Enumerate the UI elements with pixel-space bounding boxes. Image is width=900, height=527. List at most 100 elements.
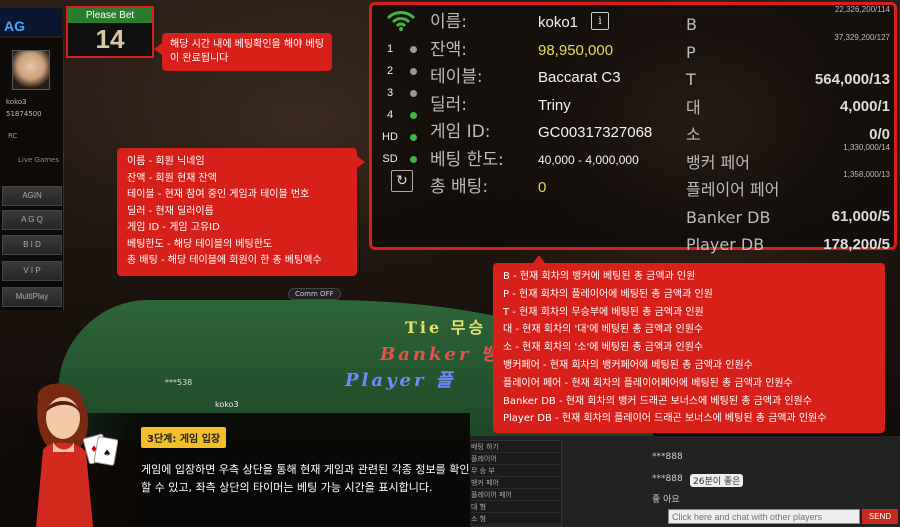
sidebar-balance: 51874500 [6,110,42,118]
connection-row[interactable]: SD [382,148,417,170]
bet-row: 22,326,200/114 [690,5,890,33]
value-table: Baccarat C3 [538,69,621,86]
connection-row[interactable]: HD [382,126,417,148]
avatar [12,50,50,90]
bet-row: 4,000/1 [690,88,890,115]
connection-rows: 1 2 3 4 HD SD [382,38,417,170]
bet-callout-line: Player DB - 현재 회차의 플레이어 드래곤 보너스에 베팅된 총 금… [503,413,827,425]
bet-summary-list: 배팅 하기 플레이어 무 승 부 뱅커 페어 플레이어 페어 대 형 소 형 [466,440,562,527]
connection-row[interactable]: 2 [382,60,417,82]
row-label: 1 [386,43,394,55]
label-game-id: 게임 ID: [430,122,491,142]
status-dot [410,133,417,141]
bet-row: 37,329,200/127 [690,33,890,61]
refresh-icon[interactable]: ↻ [391,170,413,192]
bet-values: 22,326,200/114 37,329,200/127 564,000/13… [690,5,890,253]
chat-message: ***888 [652,452,683,462]
info-icon[interactable]: i [591,12,609,30]
nav-agq[interactable]: A G Q [2,210,62,230]
seat-user-label: koko3 [215,400,239,409]
signal-icon [386,11,416,31]
bet-total: 61,000/5 [831,208,890,225]
info-callout: 이름 - 회원 닉네임 잔액 - 회원 현재 잔액 테이블 - 현재 참여 중인… [117,148,365,276]
row-label: SD [382,153,398,165]
connection-row[interactable]: 3 [382,82,417,104]
commission-toggle[interactable]: Comm OFF [288,288,341,300]
bet-callout-line: P - 현재 회차의 플레이어에 베팅된 총 금액과 인원 [503,288,713,300]
status-dot [410,111,417,119]
player-area[interactable]: Player 플 [345,366,455,392]
timer-callout: 해당 시간 내에 베팅확인을 해야 베팅이 완료됩니다 [154,33,332,71]
bet-timer: Please Bet 14 [66,6,154,58]
label-total-bet: 총 배팅: [430,177,489,197]
label-bet-limit: 베팅 한도: [430,149,504,170]
status-dot [410,45,417,53]
nav-agin[interactable]: AGIN [2,186,62,206]
bet-row: 564,000/13 [690,60,890,88]
bet-callout-line: Banker DB - 현재 회차의 뱅커 드래곤 보너스에 베팅된 총 금액과… [503,395,812,407]
label-name: 이름: [430,12,468,32]
bet-total-small: 1,358,000/13 [843,170,890,179]
chat-message: ***888 [652,474,683,484]
banker-area[interactable]: Banker 뱅 [380,340,500,366]
connection-row[interactable]: 1 [382,38,417,60]
step-description: 게임에 입장하면 우측 상단을 통해 현재 게임과 관련된 각종 정보를 확인할… [141,463,470,494]
bet-callout: B - 현재 회차의 뱅커에 베팅된 총 금액과 인원 P - 현재 회차의 플… [493,254,885,434]
send-button[interactable]: SEND [862,509,898,524]
live-games-button[interactable]: Live Games [18,156,59,165]
row-label: 2 [386,65,394,77]
bet-row: 178,200/5 [690,225,890,253]
status-dot [410,155,417,163]
info-labels: 이름: 잔액: 테이블: 딜러: 게임 ID: 베팅 한도: 총 배팅: [430,9,504,202]
sidebar-username: koko3 [6,98,27,106]
bet-total-small: 1,330,000/14 [843,142,890,152]
list-item: 대 형 [467,501,561,513]
bet-total: 564,000/13 [814,70,890,88]
nav-vip[interactable]: V I P [2,261,62,281]
list-item: 배팅 하기 [467,441,561,453]
bet-total-small: 37,329,200/127 [834,32,890,42]
row-label: 3 [386,87,394,99]
seat-player-label: ***538 [165,378,193,387]
nav-bid[interactable]: B I D [2,235,62,255]
rc-button[interactable]: RC [8,132,17,140]
bet-callout-line: 뱅커페어 - 현재 회차의 뱅커페어에 베팅된 총 금액과 인원수 [503,359,753,371]
logo-text: AG [4,18,25,34]
bet-total: 178,200/5 [823,235,890,253]
tie-area[interactable]: Tie 무승 [405,314,486,338]
info-callout-line: 잔액 - 회원 현재 잔액 [127,172,217,184]
chat-message: 좋 아요 [652,495,680,505]
label-dealer: 딜러: [430,94,468,115]
bet-row: 1,358,000/13 [690,170,890,198]
bet-total: 4,000/1 [839,98,890,115]
nav-multiplay[interactable]: MultiPlay [2,287,62,307]
info-callout-line: 총 배팅 - 해당 테이블에 회원이 한 총 베팅액수 [127,255,322,266]
step-tag: 3단계: 게임 입장 [141,427,227,448]
value-dealer: Triny [538,96,571,114]
bet-total-small: 22,326,200/114 [834,5,890,14]
timer-seconds: 14 [95,24,125,54]
info-callout-line: 딜러 - 현재 딜러이름 [127,205,214,217]
label-table: 테이블: [430,67,483,87]
bet-row: 1,330,000/14 [690,143,890,171]
list-item: 무 승 부 [467,465,561,477]
list-item: 뱅커 페어 [467,477,561,489]
chat-input[interactable] [668,509,860,524]
bet-row: 0/0 [690,115,890,143]
value-game-id: GC00317327068 [538,124,653,141]
bet-callout-line: 소 - 현재 회차의 '소'에 베팅된 총 금액과 인원수 [503,342,704,354]
info-callout-line: 베팅한도 - 해당 테이블의 베팅한도 [127,238,273,250]
value-balance: 98,950,000 [538,41,614,59]
label-balance: 잔액: [430,39,468,60]
value-total-bet: 0 [538,179,547,196]
svg-text:♠: ♠ [103,449,111,459]
timer-label: Please Bet [68,8,152,23]
dealer-illustration: ♦ ♠ [36,383,118,527]
bet-callout-line: 대 - 현재 회차의 '대'에 베팅된 총 금액과 인원수 [503,324,704,336]
bet-row: 61,000/5 [690,198,890,225]
svg-text:♦: ♦ [90,445,98,455]
info-callout-line: 테이블 - 현재 참여 중인 게임과 테이블 번호 [127,189,310,200]
connection-row[interactable]: 4 [382,104,417,126]
bet-callout-line: T - 현재 회차의 무승부에 베팅된 총 금액과 인원 [503,306,704,318]
list-item: 플레이어 [467,453,561,465]
